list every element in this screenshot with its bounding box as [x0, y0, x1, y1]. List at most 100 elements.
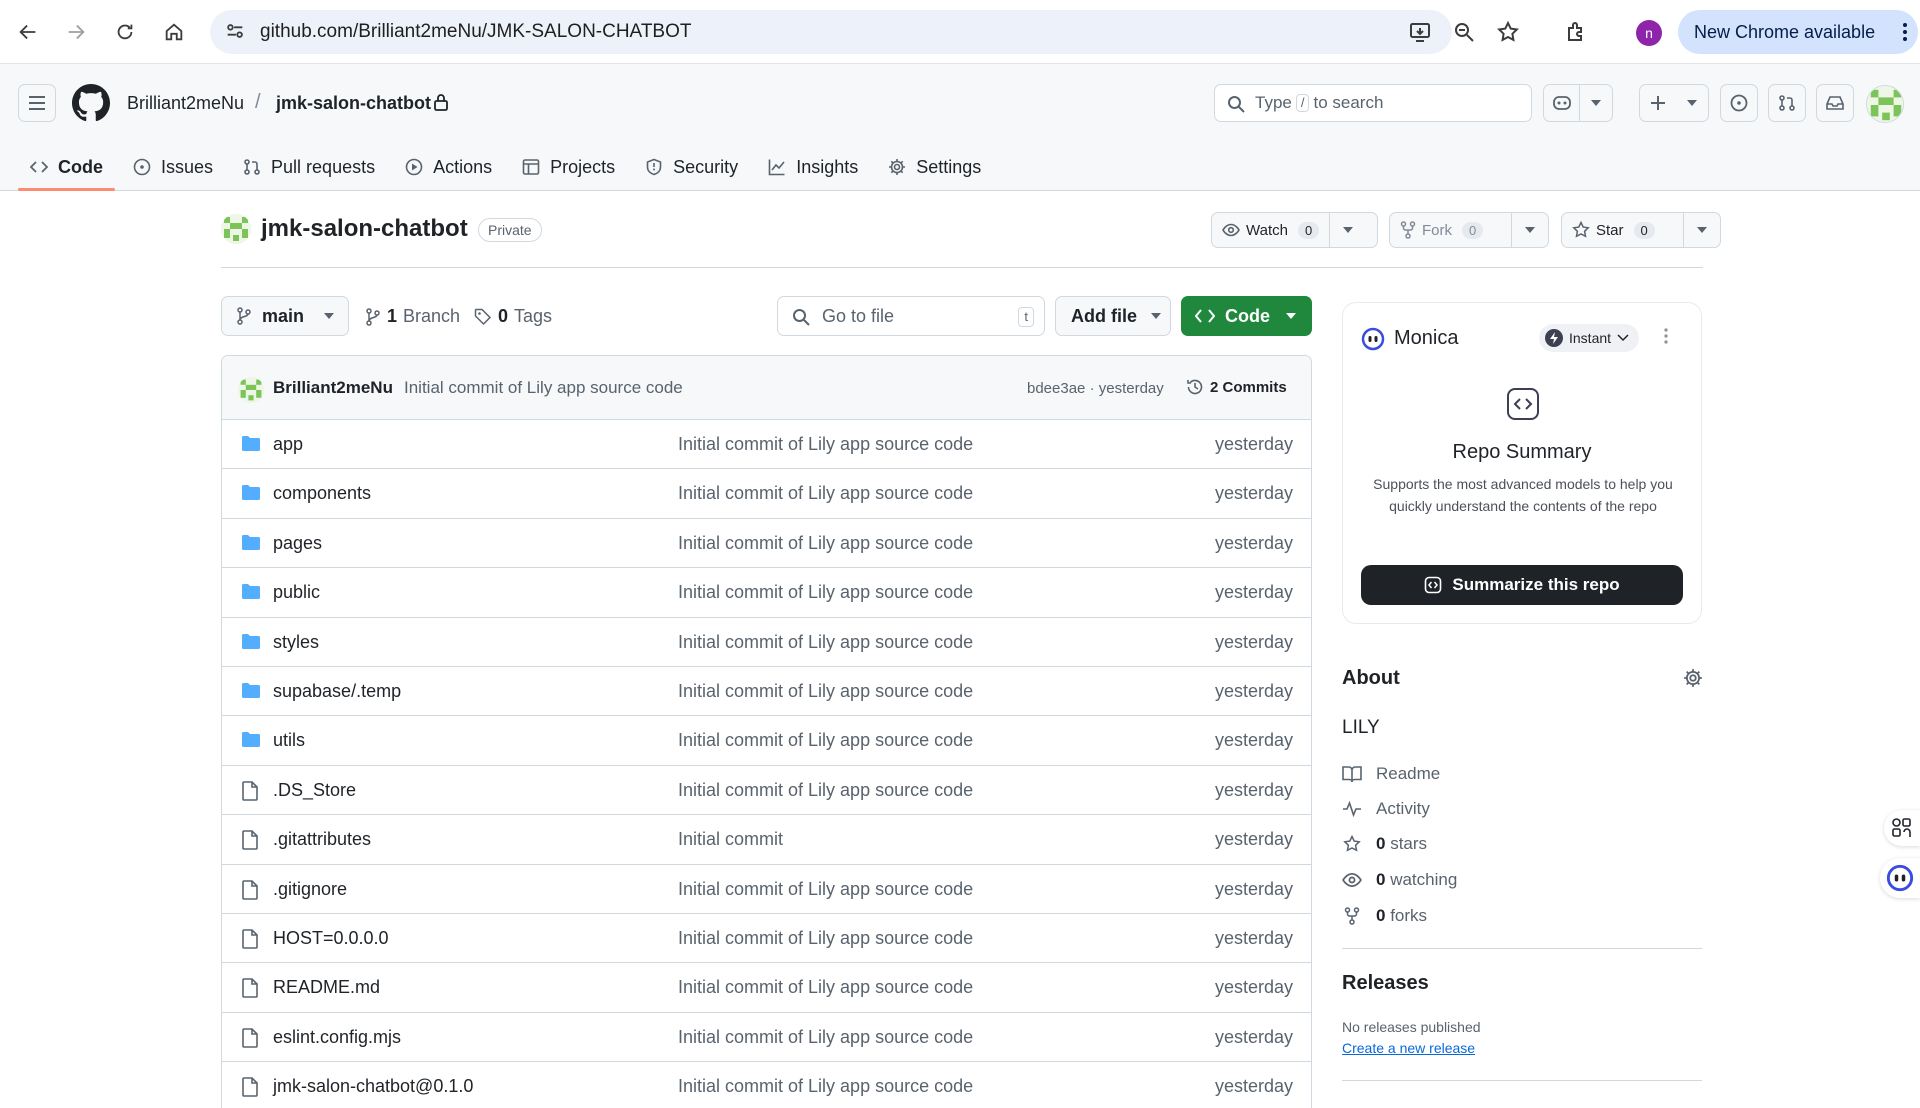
file-commit-message[interactable]: Initial commit of Lily app source code [678, 533, 973, 554]
update-chrome-button[interactable]: New Chrome available [1678, 10, 1918, 54]
more-vert-icon[interactable] [1902, 22, 1908, 42]
file-commit-message[interactable]: Initial commit of Lily app source code [678, 928, 973, 949]
table-row[interactable]: components Initial commit of Lily app so… [222, 469, 1311, 519]
url-text[interactable]: github.com/Brilliant2meNu/JMK-SALON-CHAT… [260, 21, 691, 43]
file-name[interactable]: README.md [273, 977, 380, 998]
file-name[interactable]: .DS_Store [273, 780, 356, 801]
table-row[interactable]: eslint.config.mjs Initial commit of Lily… [222, 1013, 1311, 1063]
tab-insights[interactable]: Insights [756, 144, 870, 190]
monica-shortcut-button[interactable] [1884, 810, 1920, 846]
commit-author-avatar[interactable] [238, 377, 264, 403]
file-name[interactable]: utils [273, 730, 305, 751]
monica-mode-selector[interactable]: Instant [1539, 324, 1640, 352]
breadcrumb-owner[interactable]: Brilliant2meNu [127, 93, 244, 114]
pull-requests-shortcut-button[interactable] [1768, 84, 1806, 122]
file-commit-message[interactable]: Initial commit of Lily app source code [678, 1027, 973, 1048]
go-to-file-input[interactable]: Go to file t [777, 296, 1045, 336]
create-new-button[interactable] [1639, 84, 1709, 122]
file-name[interactable]: .gitignore [273, 879, 347, 900]
table-row[interactable]: HOST=0.0.0.0 Initial commit of Lily app … [222, 914, 1311, 964]
user-avatar[interactable] [1866, 85, 1904, 123]
issues-shortcut-button[interactable] [1720, 84, 1758, 122]
file-name[interactable]: .gitattributes [273, 829, 371, 850]
table-row[interactable]: README.md Initial commit of Lily app sou… [222, 963, 1311, 1013]
global-search-input[interactable]: Type / to search [1214, 84, 1532, 122]
file-name[interactable]: public [273, 582, 320, 603]
readme-link[interactable]: Readme [1342, 764, 1440, 784]
table-row[interactable]: .DS_Store Initial commit of Lily app sou… [222, 766, 1311, 816]
file-commit-message[interactable]: Initial commit of Lily app source code [678, 730, 973, 751]
tab-settings[interactable]: Settings [876, 144, 993, 190]
more-vert-icon[interactable] [1663, 327, 1669, 345]
file-name[interactable]: styles [273, 632, 319, 653]
commit-hash-time[interactable]: bdee3ae · yesterday [1027, 380, 1164, 397]
table-row[interactable]: utils Initial commit of Lily app source … [222, 716, 1311, 766]
table-row[interactable]: .gitignore Initial commit of Lily app so… [222, 865, 1311, 914]
file-commit-message[interactable]: Initial commit of Lily app source code [678, 780, 973, 801]
code-button[interactable]: Code [1181, 296, 1312, 336]
file-name[interactable]: app [273, 434, 303, 455]
add-file-button[interactable]: Add file [1055, 296, 1171, 336]
file-name[interactable]: jmk-salon-chatbot@0.1.0 [273, 1076, 473, 1097]
monica-assistant-button[interactable] [1880, 858, 1920, 898]
file-commit-message[interactable]: Initial commit of Lily app source code [678, 582, 973, 603]
gear-icon[interactable] [1683, 668, 1703, 688]
watching-link[interactable]: 0 watching [1342, 870, 1457, 890]
file-commit-message[interactable]: Initial commit of Lily app source code [678, 1076, 973, 1097]
repo-owner-avatar[interactable] [221, 214, 251, 244]
tab-pull-requests[interactable]: Pull requests [231, 144, 387, 190]
table-row[interactable]: app Initial commit of Lily app source co… [222, 420, 1311, 470]
table-row[interactable]: pages Initial commit of Lily app source … [222, 519, 1311, 569]
menu-button[interactable] [18, 84, 56, 122]
tab-actions[interactable]: Actions [393, 144, 504, 190]
inbox-button[interactable] [1816, 84, 1854, 122]
chevron-down-icon[interactable] [1580, 100, 1612, 106]
branch-selector[interactable]: main [221, 296, 349, 336]
repo-name[interactable]: jmk-salon-chatbot [261, 215, 468, 243]
tab-projects[interactable]: Projects [510, 144, 627, 190]
commits-link[interactable]: 2 Commits [1186, 378, 1287, 396]
table-row[interactable]: styles Initial commit of Lily app source… [222, 618, 1311, 667]
extensions-button[interactable] [1558, 14, 1594, 50]
file-commit-message[interactable]: Initial commit of Lily app source code [678, 681, 973, 702]
file-name[interactable]: pages [273, 533, 322, 554]
back-button[interactable] [10, 14, 46, 50]
file-commit-message[interactable]: Initial commit of Lily app source code [678, 434, 973, 455]
copilot-button[interactable] [1543, 84, 1613, 122]
stars-link[interactable]: 0 stars [1342, 834, 1427, 854]
fork-button[interactable]: Fork 0 [1390, 213, 1513, 247]
forward-button[interactable] [58, 14, 94, 50]
tags-link[interactable]: 0 Tags [474, 306, 552, 327]
table-row[interactable]: public Initial commit of Lily app source… [222, 568, 1311, 618]
watch-button[interactable]: Watch 0 [1212, 213, 1331, 247]
file-commit-message[interactable]: Initial commit of Lily app source code [678, 977, 973, 998]
commit-author[interactable]: Brilliant2meNu [273, 378, 393, 398]
summarize-repo-button[interactable]: Summarize this repo [1361, 565, 1683, 605]
file-commit-message[interactable]: Initial commit of Lily app source code [678, 632, 973, 653]
zoom-icon[interactable] [1452, 20, 1476, 44]
table-row[interactable]: .gitattributes Initial commit yesterday [222, 815, 1311, 865]
file-commit-message[interactable]: Initial commit of Lily app source code [678, 483, 973, 504]
file-name[interactable]: eslint.config.mjs [273, 1027, 401, 1048]
install-app-icon[interactable] [1408, 20, 1432, 44]
github-logo-icon[interactable] [72, 84, 110, 122]
activity-link[interactable]: Activity [1342, 799, 1430, 819]
branches-link[interactable]: 1 Branch [365, 306, 460, 327]
copilot-icon[interactable] [1544, 85, 1580, 121]
chevron-down-icon[interactable] [1676, 100, 1708, 106]
profile-avatar[interactable]: n [1636, 20, 1662, 46]
reload-button[interactable] [107, 14, 143, 50]
bookmark-star-icon[interactable] [1496, 20, 1520, 44]
table-row[interactable]: jmk-salon-chatbot@0.1.0 Initial commit o… [222, 1062, 1311, 1108]
file-name[interactable]: supabase/.temp [273, 681, 401, 702]
site-settings-icon[interactable] [224, 20, 248, 44]
address-bar[interactable]: github.com/Brilliant2meNu/JMK-SALON-CHAT… [210, 10, 1519, 54]
forks-link[interactable]: 0 forks [1342, 906, 1427, 926]
file-commit-message[interactable]: Initial commit of Lily app source code [678, 879, 973, 900]
commit-message[interactable]: Initial commit of Lily app source code [404, 378, 683, 398]
plus-icon[interactable] [1640, 95, 1676, 111]
home-button[interactable] [156, 14, 192, 50]
breadcrumb-repo[interactable]: jmk-salon-chatbot [276, 93, 431, 114]
tab-issues[interactable]: Issues [121, 144, 225, 190]
chevron-down-icon[interactable] [1330, 213, 1366, 247]
